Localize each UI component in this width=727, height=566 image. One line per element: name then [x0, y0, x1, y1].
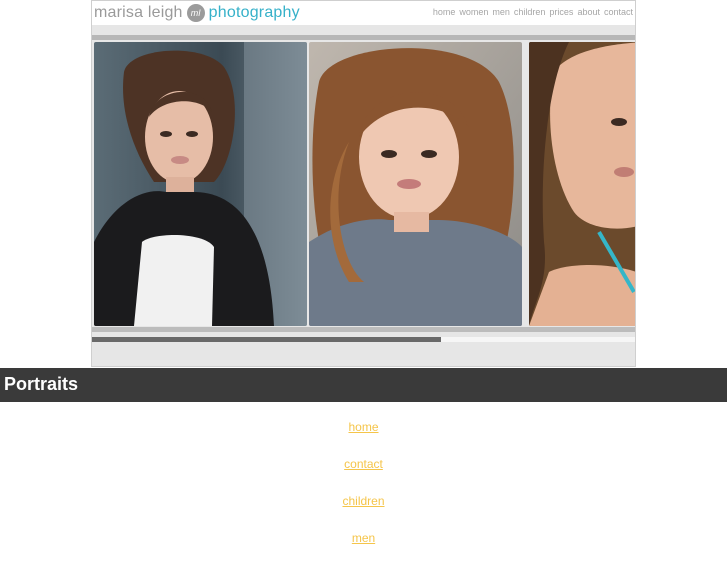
portrait-image-2: [309, 42, 522, 326]
banner-nav-about[interactable]: about: [577, 7, 600, 17]
link-children[interactable]: children: [0, 492, 727, 529]
slideshow-progress-bar: [92, 337, 635, 342]
banner-nav-contact[interactable]: contact: [604, 7, 633, 17]
banner-nav: home women men children prices about con…: [433, 7, 633, 17]
portrait-photo-3[interactable]: [529, 42, 635, 326]
banner-topbar: marisa leigh ml photography home women m…: [92, 1, 635, 25]
portrait-photo-2[interactable]: [309, 42, 522, 326]
logo-word: photography: [208, 4, 300, 21]
logo-name: marisa leigh: [94, 4, 183, 21]
banner-nav-women[interactable]: women: [459, 7, 488, 17]
link-contact[interactable]: contact: [0, 455, 727, 492]
portrait-image-1: [94, 42, 307, 326]
banner-nav-home[interactable]: home: [433, 7, 456, 17]
slideshow-banner: marisa leigh ml photography home women m…: [91, 0, 636, 367]
footer-links: home contact children men: [0, 418, 727, 566]
banner-divider-bottom: [92, 327, 635, 332]
logo-monogram-icon: ml: [186, 4, 205, 22]
link-home[interactable]: home: [0, 418, 727, 455]
section-title: Portraits: [4, 374, 79, 394]
link-men[interactable]: men: [0, 529, 727, 566]
photo-strip: [92, 40, 635, 328]
site-logo[interactable]: marisa leigh ml photography: [94, 3, 300, 23]
banner-nav-prices[interactable]: prices: [549, 7, 573, 17]
slideshow-progress-fill: [92, 337, 441, 342]
portrait-image-3: [529, 42, 635, 326]
portrait-photo-1[interactable]: [94, 42, 307, 326]
banner-nav-men[interactable]: men: [492, 7, 510, 17]
section-header: Portraits: [0, 368, 727, 402]
banner-nav-children[interactable]: children: [514, 7, 546, 17]
